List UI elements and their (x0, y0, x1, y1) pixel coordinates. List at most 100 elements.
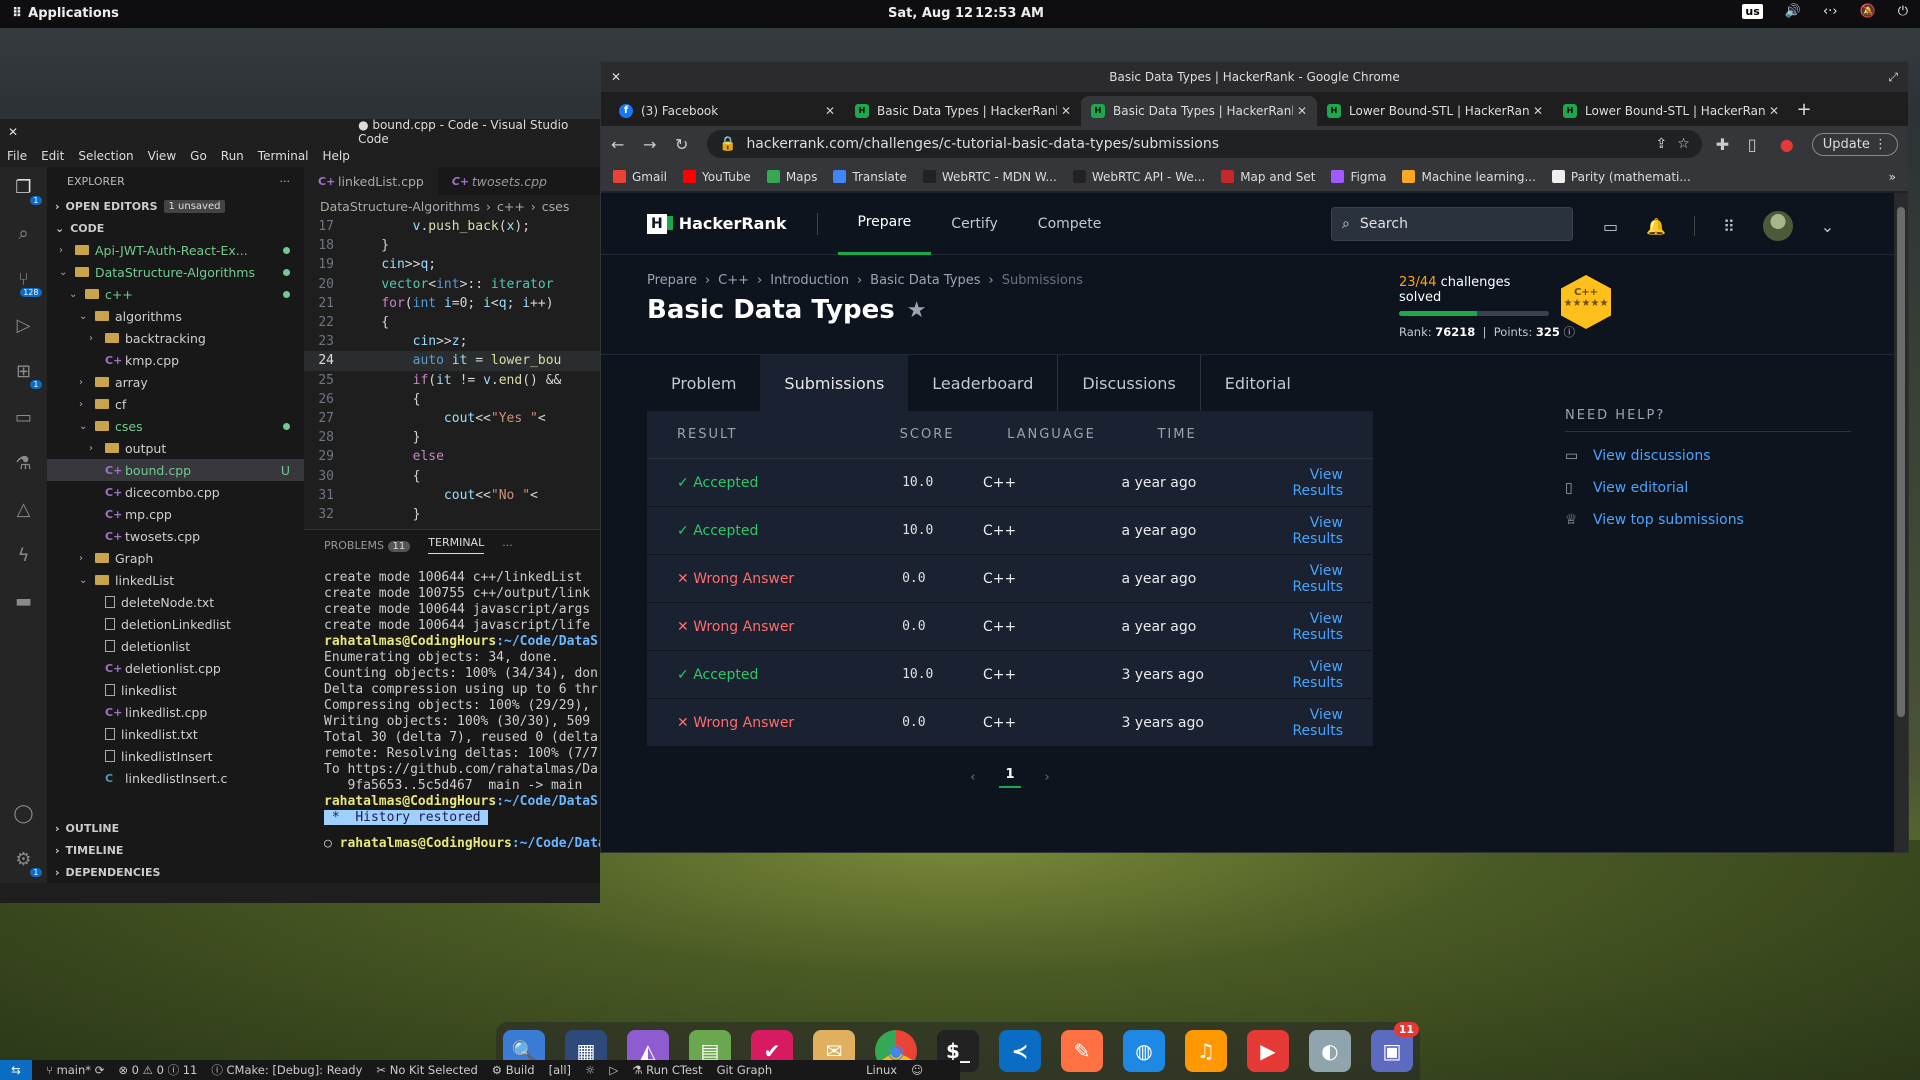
address-bar[interactable]: 🔒 hackerrank.com/challenges/c-tutorial-b… (707, 130, 1702, 158)
file-tree-item[interactable]: C+ bound.cpp U (47, 459, 304, 481)
run-icon[interactable]: ▷ (609, 1063, 618, 1077)
bookmark-item[interactable]: Maps (766, 170, 817, 184)
file-tree-item[interactable]: ⌄ cses (47, 415, 304, 437)
dock-music-icon[interactable]: ♫ (1185, 1030, 1227, 1072)
keyboard-layout-indicator[interactable]: us (1742, 4, 1763, 19)
extensions-icon[interactable]: ⊞ 1 (12, 361, 42, 389)
account-icon[interactable]: ◯ (12, 803, 36, 827)
folder-icon[interactable]: ▬ (12, 591, 36, 615)
help-link[interactable]: ♕ View top submissions (1565, 512, 1851, 528)
bookmark-item[interactable]: YouTube (683, 170, 751, 184)
bookmark-item[interactable]: Machine learning... (1402, 170, 1536, 184)
bookmark-item[interactable]: Gmail (613, 170, 667, 184)
thunder-icon[interactable]: ϟ (12, 545, 36, 569)
bookmark-star-icon[interactable]: ☆ (1677, 136, 1690, 152)
avatar[interactable] (1762, 211, 1793, 241)
tab-editorial[interactable]: Editorial (1201, 355, 1315, 411)
bookmarks-overflow-icon[interactable]: » (1889, 170, 1896, 184)
help-link[interactable]: ▯ View editorial (1565, 480, 1851, 496)
applications-menu[interactable]: ⠿ Applications (12, 6, 119, 21)
code-line[interactable]: 30 { (304, 467, 600, 486)
volume-icon[interactable]: 🔊 (1785, 4, 1801, 19)
browser-tab[interactable]: H Basic Data Types | HackerRank ✕ (1081, 96, 1317, 126)
power-icon[interactable]: ⏻ (1898, 4, 1908, 19)
breadcrumb-item[interactable]: Introduction (770, 273, 849, 288)
help-link[interactable]: ▭ View discussions (1565, 448, 1851, 464)
code-line[interactable]: 23 cin>>z; (304, 332, 600, 351)
page-number[interactable]: 1 (999, 767, 1021, 788)
git-branch[interactable]: ⑂ main* ⟳ (46, 1063, 104, 1077)
cpp-badge[interactable]: C++ ★★★★★ (1561, 275, 1611, 329)
view-results-link[interactable]: View Results (1292, 563, 1373, 595)
nav-item-compete[interactable]: Compete (1018, 193, 1122, 255)
nav-item-certify[interactable]: Certify (931, 193, 1018, 255)
view-results-link[interactable]: View Results (1292, 467, 1373, 499)
file-tree-item[interactable]: ⌄ DataStructure-Algorithms (47, 261, 304, 283)
code-line[interactable]: 25 if(it != v.end() && (304, 371, 600, 390)
code-editor[interactable]: C+ linkedList.cpp C+ twosets.cpp DataStruct… (304, 167, 600, 529)
tab-close-icon[interactable]: ✕ (1533, 104, 1543, 118)
ctest-button[interactable]: ⚗ Run CTest (632, 1063, 702, 1077)
extensions-puzzle-icon[interactable]: ✚ (1716, 135, 1734, 154)
tab-problem[interactable]: Problem (647, 355, 760, 411)
tab-terminal[interactable]: TERMINAL (428, 536, 485, 554)
file-tree-item[interactable]: › Api-JWT-Auth-React-Ex... (47, 239, 304, 261)
build-target[interactable]: [all] (549, 1063, 571, 1077)
file-tree-item[interactable]: C+ twosets.cpp (47, 525, 304, 547)
messages-icon[interactable]: ▭ (1603, 217, 1618, 236)
browser-tab[interactable]: H Lower Bound-STL | HackerRank ✕ (1317, 96, 1553, 126)
problems-status[interactable]: ⊗ 0 ⚠ 0 ⓘ 11 (118, 1062, 197, 1078)
code-area[interactable]: 17 v.push_back(x); 18 } 19 cin>>q; 20 vecto… (304, 217, 600, 524)
run-debug-icon[interactable]: ▷ (12, 315, 36, 339)
prev-page-icon[interactable]: ‹ (970, 770, 975, 785)
search-icon[interactable]: ⌕ (12, 223, 36, 247)
new-tab-icon[interactable]: + (1789, 96, 1819, 126)
code-line[interactable]: 19 cin>>q; (304, 255, 600, 274)
tab-discussions[interactable]: Discussions (1058, 355, 1201, 411)
code-line[interactable]: 21 for(int i=0; i<q; i++) (304, 294, 600, 313)
forward-icon[interactable]: → (643, 135, 661, 154)
maximize-icon[interactable]: ⤢ (1888, 70, 1898, 85)
notifications-muted-icon[interactable]: 🔕 (1860, 4, 1876, 19)
tab-problems[interactable]: PROBLEMS 11 (324, 539, 411, 552)
back-icon[interactable]: ← (611, 135, 629, 154)
bookmark-item[interactable]: Figma (1331, 170, 1386, 184)
file-tree-item[interactable]: deleteNode.txt (47, 591, 304, 613)
more-actions-icon[interactable]: ··· (280, 175, 291, 188)
browser-tab[interactable]: H Basic Data Types | HackerRank ✕ (845, 96, 1081, 126)
browser-tab[interactable]: H Lower Bound-STL | HackerRank ✕ (1553, 96, 1789, 126)
code-line[interactable]: 20 vector<int>:: iterator (304, 275, 600, 294)
dependencies-section[interactable]: › DEPENDENCIES (47, 861, 304, 883)
debug-icon[interactable]: ☼ (585, 1063, 595, 1077)
explorer-icon[interactable]: ❐ 1 (12, 177, 42, 205)
feedback-icon[interactable]: ☺ (911, 1063, 923, 1077)
file-tree-item[interactable]: › array (47, 371, 304, 393)
close-icon[interactable]: ✕ (611, 70, 621, 84)
file-tree-item[interactable]: C+ kmp.cpp (47, 349, 304, 371)
code-line[interactable]: 31 cout<<"No "< (304, 486, 600, 505)
code-line[interactable]: 26 { (304, 390, 600, 409)
dock-browser-icon[interactable]: ◍ (1123, 1030, 1165, 1072)
tab-close-icon[interactable]: ✕ (1297, 104, 1307, 118)
cmake-status[interactable]: ⓘ CMake: [Debug]: Ready (211, 1062, 362, 1078)
file-tree-item[interactable]: ClinkedlistInsert.c (47, 767, 304, 789)
dock-vscode-icon[interactable]: ≺ (999, 1030, 1041, 1072)
menu-help[interactable]: Help (323, 149, 350, 163)
view-results-link[interactable]: View Results (1292, 707, 1373, 739)
dock-store-icon[interactable]: ▣ 11 (1371, 1022, 1419, 1072)
file-tree-item[interactable]: › Graph (47, 547, 304, 569)
page-scrollbar[interactable] (1894, 193, 1908, 852)
file-tree-item[interactable]: C+ dicecombo.cpp (47, 481, 304, 503)
code-line[interactable]: 17 v.push_back(x); (304, 217, 600, 236)
file-tree-item[interactable]: ⌄ algorithms (47, 305, 304, 327)
view-results-link[interactable]: View Results (1292, 515, 1373, 547)
build-button[interactable]: ⚙ Build (492, 1063, 535, 1077)
code-section[interactable]: ⌄ CODE (47, 217, 304, 239)
bookmark-item[interactable]: WebRTC API - We... (1072, 170, 1205, 184)
breadcrumb-item[interactable]: C++ (718, 273, 749, 288)
terminal-output[interactable]: create mode 100644 c++/linkedList create … (304, 560, 770, 852)
file-tree-item[interactable]: › backtracking (47, 327, 304, 349)
tab-close-icon[interactable]: ✕ (1769, 104, 1779, 118)
menu-selection[interactable]: Selection (78, 149, 133, 163)
menu-file[interactable]: File (7, 149, 27, 163)
